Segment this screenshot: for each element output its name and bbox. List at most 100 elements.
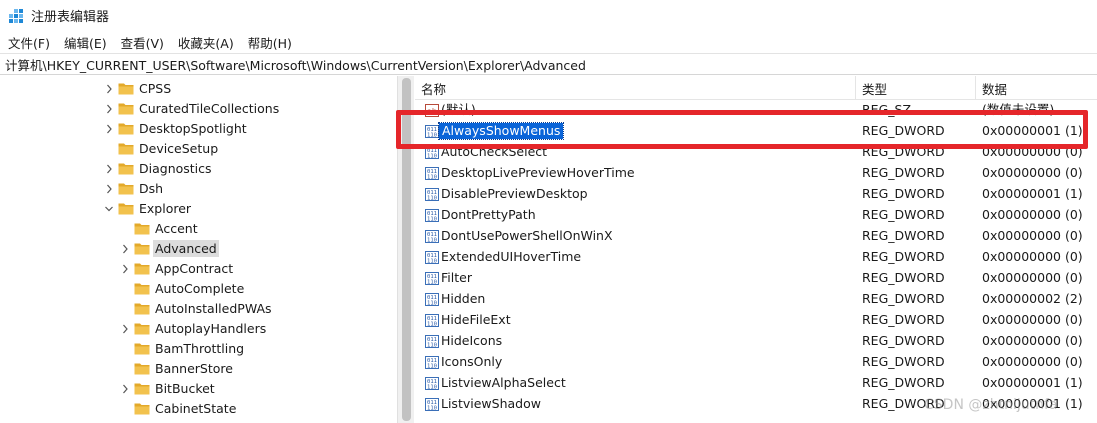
svg-text:ab: ab <box>427 107 437 116</box>
chevron-right-icon[interactable] <box>104 183 114 195</box>
value-row[interactable]: 011 110 AlwaysShowMenus REG_DWORD 0x00000001… <box>415 121 1097 142</box>
menu-edit[interactable]: 编辑(E) <box>64 33 107 52</box>
watermark-text: CSDN @zhtnijutnfa <box>924 397 1058 413</box>
value-row[interactable]: ab (默认) REG_SZ (数值未设置) <box>415 100 1097 121</box>
folder-icon <box>134 302 150 315</box>
value-name: IconsOnly <box>441 354 503 369</box>
value-row[interactable]: 011 110 ListviewAlphaSelect REG_DWORD 0x0000… <box>415 373 1097 394</box>
value-name: HideFileExt <box>441 312 511 327</box>
address-bar[interactable]: 计算机\HKEY_CURRENT_USER\Software\Microsoft… <box>0 53 1097 75</box>
menu-view[interactable]: 查看(V) <box>121 33 164 52</box>
tree-item-label: Explorer <box>139 201 192 216</box>
value-row[interactable]: 011 110 HideFileExt REG_DWORD 0x00000000 (0) <box>415 310 1097 331</box>
value-type: REG_DWORD <box>862 249 945 264</box>
value-name: Filter <box>441 270 472 285</box>
svg-text:110: 110 <box>427 301 437 307</box>
dword-value-icon: 011 110 <box>425 293 439 307</box>
dword-value-icon: 011 110 <box>425 377 439 391</box>
tree-item-autocomplete[interactable]: AutoComplete <box>0 279 397 299</box>
chevron-right-icon[interactable] <box>104 83 114 95</box>
value-data: 0x00000000 (0) <box>982 207 1083 222</box>
tree-item-curatedtilecollections[interactable]: CuratedTileCollections <box>0 99 397 119</box>
value-row[interactable]: 011 110 DontUsePowerShellOnWinX REG_DWORD 0x… <box>415 226 1097 247</box>
tree-item-cabinetstate[interactable]: CabinetState <box>0 399 397 419</box>
value-row[interactable]: 011 110 DisablePreviewDesktop REG_DWORD 0x00… <box>415 184 1097 205</box>
tree-item-cpss[interactable]: CPSS <box>0 79 397 99</box>
value-row[interactable]: 011 110 HideIcons REG_DWORD 0x00000000 (0) <box>415 331 1097 352</box>
value-type: REG_DWORD <box>862 186 945 201</box>
folder-icon <box>134 342 150 355</box>
value-row[interactable]: 011 110 AutoCheckSelect REG_DWORD 0x00000000… <box>415 142 1097 163</box>
menu-file[interactable]: 文件(F) <box>8 33 50 52</box>
svg-text:110: 110 <box>427 280 437 286</box>
tree-item-label: AutoComplete <box>155 281 245 296</box>
value-data: 0x00000001 (1) <box>982 123 1083 138</box>
value-row[interactable]: 011 110 Hidden REG_DWORD 0x00000002 (2) <box>415 289 1097 310</box>
tree-scrollbar[interactable] <box>397 76 414 423</box>
folder-icon <box>118 82 134 95</box>
chevron-right-icon[interactable] <box>104 103 114 115</box>
dword-value-icon: 011 110 <box>425 188 439 202</box>
folder-icon <box>134 262 150 275</box>
list-header: 名称 类型 数据 <box>415 76 1097 100</box>
tree-scrollbar-thumb[interactable] <box>402 78 411 421</box>
dword-value-icon: 011 110 <box>425 314 439 328</box>
tree-item-label: BamThrottling <box>155 341 245 356</box>
svg-text:110: 110 <box>427 343 437 349</box>
svg-text:110: 110 <box>427 154 437 160</box>
tree-item-bamthrottling[interactable]: BamThrottling <box>0 339 397 359</box>
tree-item-devicesetup[interactable]: DeviceSetup <box>0 139 397 159</box>
value-row[interactable]: 011 110 ExtendedUIHoverTime REG_DWORD 0x0000… <box>415 247 1097 268</box>
tree-item-bannerstore[interactable]: BannerStore <box>0 359 397 379</box>
chevron-right-icon[interactable] <box>104 163 114 175</box>
tree-item-label: AutoInstalledPWAs <box>155 301 272 316</box>
address-path[interactable]: 计算机\HKEY_CURRENT_USER\Software\Microsoft… <box>5 55 586 74</box>
column-header-type[interactable]: 类型 <box>856 76 976 100</box>
title-bar[interactable]: 注册表编辑器 <box>0 0 1097 31</box>
value-list-pane[interactable]: 名称 类型 数据 ab (默认) REG_SZ (数值未设置) 011 110 Always… <box>415 76 1097 423</box>
chevron-right-icon[interactable] <box>120 243 130 255</box>
tree-item-appcontract[interactable]: AppContract <box>0 259 397 279</box>
menu-help[interactable]: 帮助(H) <box>248 33 292 52</box>
tree-item-accent[interactable]: Accent <box>0 219 397 239</box>
svg-text:110: 110 <box>427 364 437 370</box>
folder-icon <box>118 142 134 155</box>
tree-item-label: DeviceSetup <box>139 141 219 156</box>
svg-text:110: 110 <box>427 322 437 328</box>
chevron-right-icon[interactable] <box>120 383 130 395</box>
tree-item-desktopspotlight[interactable]: DesktopSpotlight <box>0 119 397 139</box>
tree-item-label: DesktopSpotlight <box>139 121 247 136</box>
svg-text:110: 110 <box>427 133 437 139</box>
chevron-right-icon[interactable] <box>120 263 130 275</box>
chevron-down-icon[interactable] <box>104 203 114 215</box>
value-data: 0x00000000 (0) <box>982 228 1083 243</box>
tree-item-autoplayhandlers[interactable]: AutoplayHandlers <box>0 319 397 339</box>
key-tree-pane[interactable]: CPSS CuratedTileCollections DesktopSpotlig… <box>0 76 397 423</box>
column-header-data[interactable]: 数据 <box>976 76 1097 100</box>
tree-item-bitbucket[interactable]: BitBucket <box>0 379 397 399</box>
column-header-name[interactable]: 名称 <box>415 76 856 100</box>
string-value-icon: ab <box>425 104 439 117</box>
tree-item-diagnostics[interactable]: Diagnostics <box>0 159 397 179</box>
tree-item-autoinstalledpwas[interactable]: AutoInstalledPWAs <box>0 299 397 319</box>
tree-item-advanced[interactable]: Advanced <box>0 239 397 259</box>
menu-favorites[interactable]: 收藏夹(A) <box>178 33 234 52</box>
value-row[interactable]: 011 110 DesktopLivePreviewHoverTime REG_DWO… <box>415 163 1097 184</box>
value-row[interactable]: 011 110 DontPrettyPath REG_DWORD 0x00000000 … <box>415 205 1097 226</box>
value-type: REG_DWORD <box>862 123 945 138</box>
value-data: 0x00000001 (1) <box>982 375 1083 390</box>
chevron-right-icon[interactable] <box>104 123 114 135</box>
value-name: ListviewShadow <box>441 396 541 411</box>
dword-value-icon: 011 110 <box>425 335 439 349</box>
tree-item-explorer[interactable]: Explorer <box>0 199 397 219</box>
folder-icon <box>118 162 134 175</box>
value-data: (数值未设置) <box>982 102 1055 117</box>
value-row[interactable]: 011 110 Filter REG_DWORD 0x00000000 (0) <box>415 268 1097 289</box>
value-row[interactable]: 011 110 IconsOnly REG_DWORD 0x00000000 (0) <box>415 352 1097 373</box>
chevron-right-icon[interactable] <box>120 323 130 335</box>
tree-item-dsh[interactable]: Dsh <box>0 179 397 199</box>
value-name: Hidden <box>441 291 486 306</box>
folder-icon <box>134 282 150 295</box>
tree-item-label: Dsh <box>139 181 164 196</box>
value-type: REG_DWORD <box>862 312 945 327</box>
